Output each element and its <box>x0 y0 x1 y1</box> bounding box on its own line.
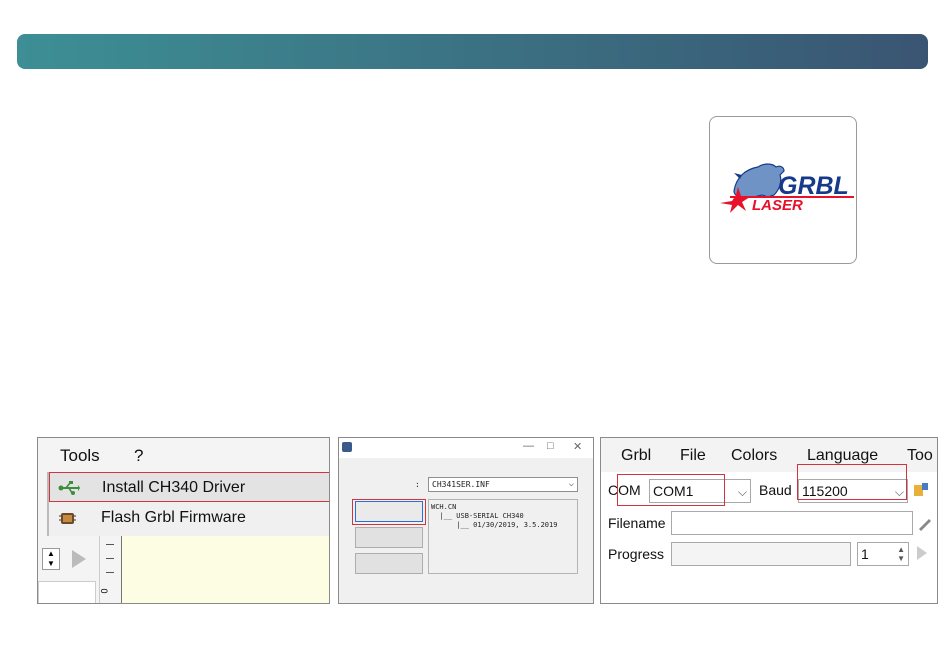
header-bar <box>17 34 928 69</box>
install-button[interactable] <box>355 501 423 522</box>
logo-text-grbl: GRBL <box>778 172 849 200</box>
background-toolbar <box>38 472 48 536</box>
ruler-label: 0 <box>99 588 110 594</box>
info-line: |__ 01/30/2019, 3.5.2019 <box>431 521 558 529</box>
menu-file[interactable]: File <box>680 447 706 465</box>
spinner-control[interactable]: ▲ ▼ <box>42 548 60 570</box>
menu-grbl[interactable]: Grbl <box>621 447 651 465</box>
left-toolbar: ▲ ▼ <box>38 536 100 603</box>
progress-count-stepper[interactable]: 1 ▲ ▼ <box>857 542 909 566</box>
ruler: 0 <box>99 536 122 603</box>
minimize-button[interactable]: — <box>523 440 534 452</box>
menu-bar: Tools ? <box>38 438 329 472</box>
chevron-down-icon: ⌵ <box>568 479 574 489</box>
stepper-arrows-icon: ▲ ▼ <box>897 545 905 563</box>
browse-icon[interactable] <box>917 515 933 531</box>
install-ch340-driver-item[interactable]: Install CH340 Driver <box>49 472 329 502</box>
close-button[interactable]: ✕ <box>573 440 582 453</box>
inf-select[interactable]: CH341SER.INF ⌵ <box>428 477 578 492</box>
chip-icon <box>59 513 76 524</box>
menu-language[interactable]: Language <box>807 447 878 465</box>
connect-icon[interactable] <box>913 482 929 498</box>
com-highlight <box>617 474 725 506</box>
input-box[interactable] <box>38 581 96 603</box>
baud-highlight <box>797 464 907 500</box>
play-icon[interactable] <box>917 546 927 560</box>
uninstall-button[interactable] <box>355 527 423 548</box>
filename-input[interactable] <box>671 511 913 535</box>
menu-tools[interactable]: Tools <box>60 446 100 466</box>
slide: GRBL LASER Tools ? Install CH340 Driver … <box>0 0 950 653</box>
menu-item-label: Flash Grbl Firmware <box>101 509 246 526</box>
grbl-laser-logo: GRBL LASER <box>709 116 857 264</box>
info-line: WCH.CN <box>431 503 457 511</box>
app-background: ▲ ▼ 0 <box>38 536 329 603</box>
baud-label: Baud <box>759 482 792 498</box>
select-label: : <box>415 480 420 489</box>
progress-bar <box>671 542 851 566</box>
rhino-icon <box>733 163 785 198</box>
menu-help[interactable]: ? <box>134 446 143 466</box>
menu-item-label: Install CH340 Driver <box>102 479 246 496</box>
maximize-button[interactable]: □ <box>547 440 554 452</box>
inf-select-value: CH341SER.INF <box>432 480 490 489</box>
usb-icon <box>58 481 80 495</box>
progress-count-value: 1 <box>861 546 869 562</box>
progress-label: Progress <box>608 546 665 562</box>
menu-colors[interactable]: Colors <box>731 447 777 465</box>
window-titlebar: — □ ✕ <box>339 438 593 458</box>
grbl-settings-screenshot: Grbl File Colors Language Too COM COM1 ⌵… <box>600 437 938 604</box>
app-icon <box>342 442 352 452</box>
logo-graphic: GRBL LASER <box>720 163 854 214</box>
driver-info-box: WCH.CN |__ USB-SERIAL CH340 |__ 01/30/20… <box>428 499 578 574</box>
driver-installer-screenshot: — □ ✕ : CH341SER.INF ⌵ WCH.CN |__ USB-SE… <box>338 437 594 604</box>
flash-grbl-firmware-item[interactable]: Flash Grbl Firmware <box>49 503 329 533</box>
info-line: |__ USB-SERIAL CH340 <box>431 512 524 520</box>
play-icon[interactable] <box>72 550 86 568</box>
tools-menu-screenshot: Tools ? Install CH340 Driver Flash Grbl … <box>37 437 330 604</box>
logo-text-laser: LASER <box>752 197 803 214</box>
help-button[interactable] <box>355 553 423 574</box>
tools-dropdown: Install CH340 Driver Flash Grbl Firmware <box>48 472 329 536</box>
chevron-down-icon: ⌵ <box>737 485 747 499</box>
filename-label: Filename <box>608 515 666 531</box>
menu-tools[interactable]: Too <box>907 447 933 465</box>
